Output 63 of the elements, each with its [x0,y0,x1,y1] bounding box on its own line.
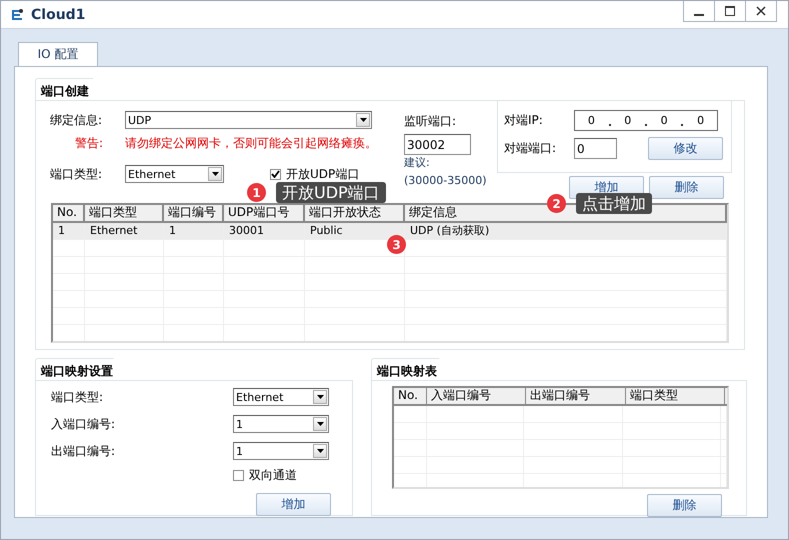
checkbox-label: 双向通道 [249,467,297,484]
maximize-icon [725,6,735,16]
column-header[interactable]: 入端口编号 [427,388,526,404]
column-header[interactable]: No. [53,205,85,221]
field-label: 对端端口: [504,140,558,157]
close-icon [756,6,766,16]
dropdown-arrow-icon [360,118,366,122]
ip-octet: 0 [660,114,668,127]
modify-button[interactable]: 修改 [648,137,723,160]
table-cell: UDP (自动获取) [405,223,727,239]
ip-address-field[interactable]: 0 0 0 0 [574,110,718,131]
cloud-app-icon [9,6,25,22]
checkbox-label: 开放UDP端口 [286,166,360,182]
ip-octet: 0 [588,114,595,127]
peer-port-field[interactable]: 0 [574,138,617,159]
column-header[interactable]: UDP端口号 [224,205,305,221]
minimize-icon [694,14,704,16]
column-header[interactable]: 端口开放状态 [305,205,405,221]
dropdown[interactable]: 1 [233,442,329,460]
warning-text: 请勿绑定公网网卡，否则可能会引起网络瘫痪。 [125,135,377,152]
field-label: 监听端口: [404,113,458,130]
dropdown-arrow-icon [316,422,324,426]
step-tooltip: 点击增加 [576,193,652,214]
field-label: 入端口编号: [51,416,116,432]
add-button[interactable]: 增加 [256,493,331,516]
dropdown-arrow-icon [316,449,324,453]
column-header[interactable]: 出端口编号 [526,388,626,404]
warning-label: 警告: [74,135,104,152]
checkbox[interactable] [233,470,244,481]
check-icon [271,170,280,178]
table-row[interactable]: 1 Ethernet 1 30001 Public UDP (自动获取) [53,223,727,240]
field-label: 出端口编号: [51,442,116,460]
minimize-button[interactable] [683,1,715,22]
hint-label: 建议: [404,155,431,170]
delete-button[interactable]: 删除 [649,176,724,199]
field-label: 对端IP: [504,112,544,129]
port-type-dropdown[interactable]: Ethernet [125,165,224,183]
hint-range: (30000-35000) [404,174,488,187]
dropdown[interactable]: Ethernet [233,388,329,406]
ip-octet: 0 [624,114,632,127]
table-cell: Ethernet [85,223,164,239]
close-button[interactable] [745,1,777,22]
tab[interactable]: IO 配置 [18,42,98,66]
delete-button[interactable]: 删除 [647,494,722,517]
table-cell: 1 [53,223,85,239]
ip-octet: 0 [697,114,704,127]
binding-dropdown[interactable]: UDP [125,111,372,129]
window-title: Cloud1 [31,6,86,22]
checkbox[interactable] [270,168,281,180]
table-cell: 30001 [224,223,305,239]
listen-port-field[interactable]: 30002 [404,134,471,155]
dropdown-arrow-icon [212,172,218,176]
field-label: 端口类型: [50,166,104,182]
step-tooltip: 开放UDP端口 [276,182,386,203]
table-cell: 1 [164,223,224,239]
field-label: 端口类型: [51,388,104,406]
column-header[interactable]: 端口编号 [164,205,224,221]
dropdown-arrow-icon [316,395,324,399]
column-header[interactable]: 端口类型 [626,388,725,404]
column-header[interactable]: No. [394,388,427,404]
field-label: 绑定信息: [50,112,104,128]
dropdown[interactable]: 1 [233,415,329,433]
column-header[interactable]: 端口类型 [85,205,164,221]
